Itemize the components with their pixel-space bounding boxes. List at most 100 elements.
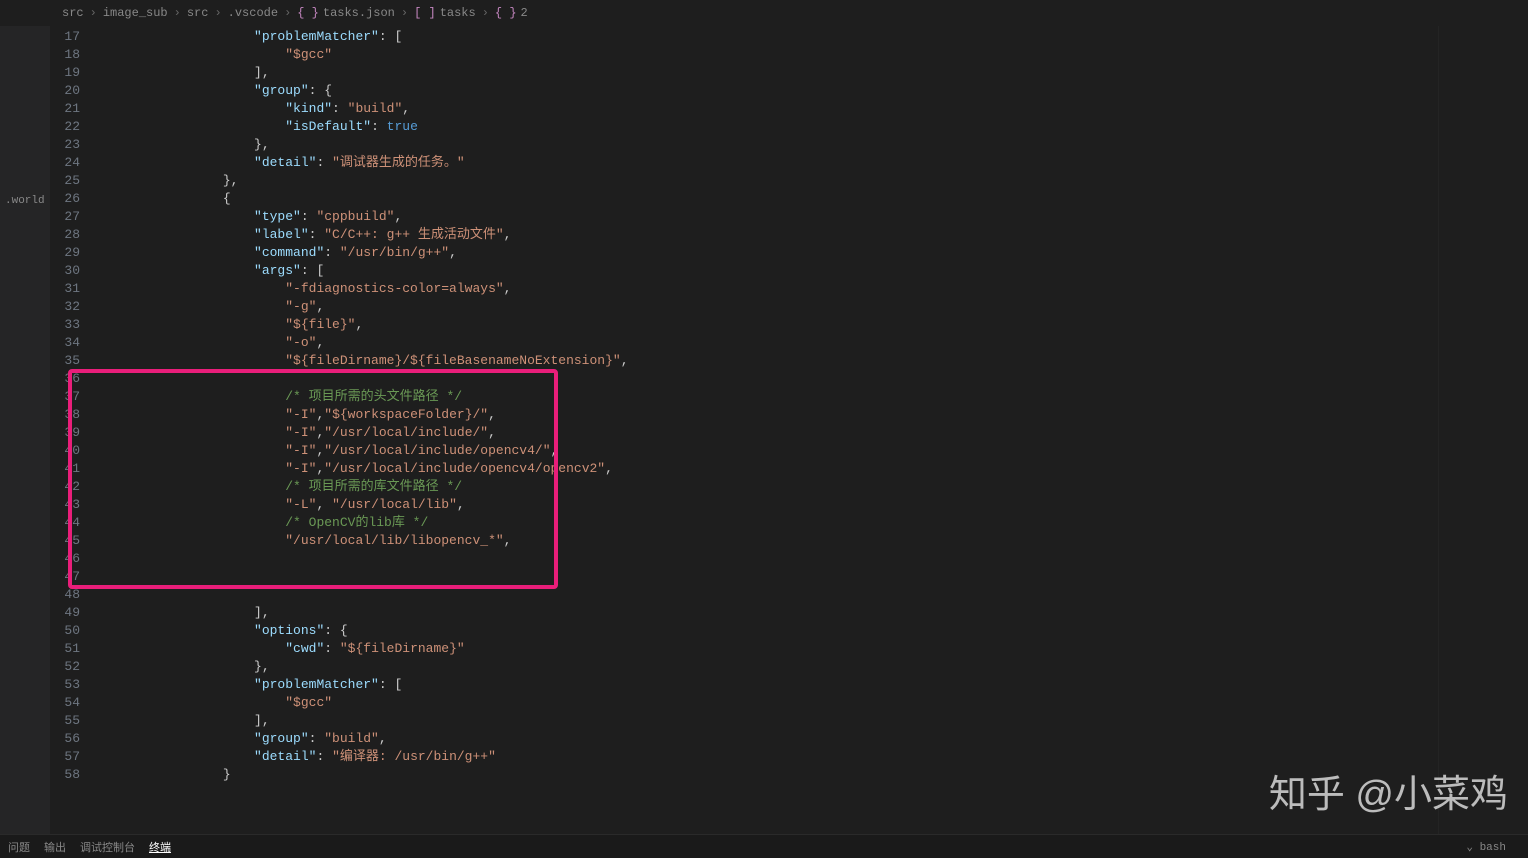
- code-token: :: [316, 155, 332, 170]
- code-token: "${workspaceFolder}/": [324, 407, 488, 422]
- code-line[interactable]: },: [98, 658, 1438, 676]
- code-line[interactable]: /* OpenCV的lib库 */: [98, 514, 1438, 532]
- code-line[interactable]: [98, 586, 1438, 604]
- code-token: },: [254, 659, 270, 674]
- line-number: 47: [50, 568, 80, 586]
- code-line[interactable]: "-I","/usr/local/include/opencv4/",: [98, 442, 1438, 460]
- code-token: "${fileDirname}/${fileBasenameNoExtensio…: [285, 353, 620, 368]
- code-token: }: [223, 767, 231, 782]
- code-token: ,: [488, 425, 496, 440]
- code-token: :: [324, 641, 340, 656]
- code-line[interactable]: "isDefault": true: [98, 118, 1438, 136]
- code-line[interactable]: "problemMatcher": [: [98, 28, 1438, 46]
- code-line[interactable]: "-fdiagnostics-color=always",: [98, 280, 1438, 298]
- code-line[interactable]: "group": "build",: [98, 730, 1438, 748]
- line-number: 20: [50, 82, 80, 100]
- line-number: 35: [50, 352, 80, 370]
- code-token: "-o": [285, 335, 316, 350]
- code-line[interactable]: /* 项目所需的头文件路径 */: [98, 388, 1438, 406]
- code-line[interactable]: "${file}",: [98, 316, 1438, 334]
- code-token: ,: [379, 731, 387, 746]
- breadcrumb[interactable]: src›image_sub›src›.vscode›{ }tasks.json›…: [0, 0, 1528, 26]
- code-line[interactable]: "command": "/usr/bin/g++",: [98, 244, 1438, 262]
- code-token: "build": [324, 731, 379, 746]
- code-line[interactable]: [98, 550, 1438, 568]
- activity-bar[interactable]: [0, 26, 50, 834]
- code-line[interactable]: },: [98, 172, 1438, 190]
- breadcrumb-item[interactable]: src: [187, 6, 209, 20]
- code-line[interactable]: },: [98, 136, 1438, 154]
- code-line[interactable]: "-I","/usr/local/include/opencv4/opencv2…: [98, 460, 1438, 478]
- line-number: 44: [50, 514, 80, 532]
- code-line[interactable]: ],: [98, 604, 1438, 622]
- code-token: : {: [324, 623, 347, 638]
- code-line[interactable]: "-I","/usr/local/include/",: [98, 424, 1438, 442]
- line-number: 46: [50, 550, 80, 568]
- json-object-icon: { }: [495, 6, 517, 20]
- code-line[interactable]: "args": [: [98, 262, 1438, 280]
- breadcrumb-item[interactable]: .vscode: [228, 6, 278, 20]
- code-token: },: [254, 137, 270, 152]
- breadcrumb-item[interactable]: tasks: [440, 6, 476, 20]
- code-line[interactable]: {: [98, 190, 1438, 208]
- code-editor[interactable]: "problemMatcher": [ "$gcc" ], "group": {…: [98, 26, 1438, 834]
- code-line[interactable]: "/usr/local/lib/libopencv_*",: [98, 532, 1438, 550]
- code-token: "/usr/local/lib/libopencv_*": [285, 533, 503, 548]
- code-token: ,: [457, 497, 465, 512]
- code-token: "/usr/local/lib": [332, 497, 457, 512]
- terminal-shell-selector[interactable]: ⌄ bash: [1466, 840, 1506, 854]
- breadcrumb-item[interactable]: image_sub: [103, 6, 168, 20]
- line-number: 26: [50, 190, 80, 208]
- panel-tab[interactable]: 输出: [44, 839, 66, 855]
- line-number: 55: [50, 712, 80, 730]
- code-token: "-fdiagnostics-color=always": [285, 281, 503, 296]
- code-line[interactable]: "problemMatcher": [: [98, 676, 1438, 694]
- code-line[interactable]: "-o",: [98, 334, 1438, 352]
- code-line[interactable]: ],: [98, 64, 1438, 82]
- panel-tab[interactable]: 终端: [149, 839, 171, 855]
- json-array-icon: [ ]: [414, 6, 436, 20]
- line-number: 21: [50, 100, 80, 118]
- code-line[interactable]: [98, 568, 1438, 586]
- code-line[interactable]: "detail": "调试器生成的任务。": [98, 154, 1438, 172]
- explorer-file-label[interactable]: .world: [5, 195, 45, 207]
- code-line[interactable]: ],: [98, 712, 1438, 730]
- code-line[interactable]: "-L", "/usr/local/lib",: [98, 496, 1438, 514]
- code-token: "options": [254, 623, 324, 638]
- code-token: ,: [488, 407, 496, 422]
- code-line[interactable]: "type": "cppbuild",: [98, 208, 1438, 226]
- minimap[interactable]: [1438, 26, 1528, 834]
- code-token: "-I": [285, 461, 316, 476]
- code-line[interactable]: "$gcc": [98, 694, 1438, 712]
- breadcrumb-item[interactable]: tasks.json: [323, 6, 395, 20]
- line-number: 56: [50, 730, 80, 748]
- code-line[interactable]: "group": {: [98, 82, 1438, 100]
- code-token: "/usr/bin/g++": [340, 245, 449, 260]
- code-line[interactable]: "-g",: [98, 298, 1438, 316]
- code-token: /* OpenCV的lib库 */: [285, 515, 428, 530]
- code-line[interactable]: }: [98, 766, 1438, 784]
- code-line[interactable]: "${fileDirname}/${fileBasenameNoExtensio…: [98, 352, 1438, 370]
- breadcrumb-item[interactable]: src: [62, 6, 84, 20]
- line-number: 48: [50, 586, 80, 604]
- line-number: 19: [50, 64, 80, 82]
- code-line[interactable]: "kind": "build",: [98, 100, 1438, 118]
- line-number: 39: [50, 424, 80, 442]
- code-token: : [: [301, 263, 324, 278]
- code-line[interactable]: "cwd": "${fileDirname}": [98, 640, 1438, 658]
- code-line[interactable]: "label": "C/C++: g++ 生成活动文件",: [98, 226, 1438, 244]
- code-token: : [: [379, 677, 402, 692]
- code-line[interactable]: "$gcc": [98, 46, 1438, 64]
- panel-tab[interactable]: 问题: [8, 839, 30, 855]
- line-number: 25: [50, 172, 80, 190]
- code-line[interactable]: "detail": "编译器: /usr/bin/g++": [98, 748, 1438, 766]
- code-line[interactable]: /* 项目所需的库文件路径 */: [98, 478, 1438, 496]
- line-number: 52: [50, 658, 80, 676]
- line-number: 28: [50, 226, 80, 244]
- breadcrumb-item[interactable]: 2: [521, 6, 528, 20]
- code-line[interactable]: [98, 370, 1438, 388]
- code-line[interactable]: "options": {: [98, 622, 1438, 640]
- panel-tab[interactable]: 调试控制台: [80, 839, 135, 855]
- code-token: :: [316, 749, 332, 764]
- code-line[interactable]: "-I","${workspaceFolder}/",: [98, 406, 1438, 424]
